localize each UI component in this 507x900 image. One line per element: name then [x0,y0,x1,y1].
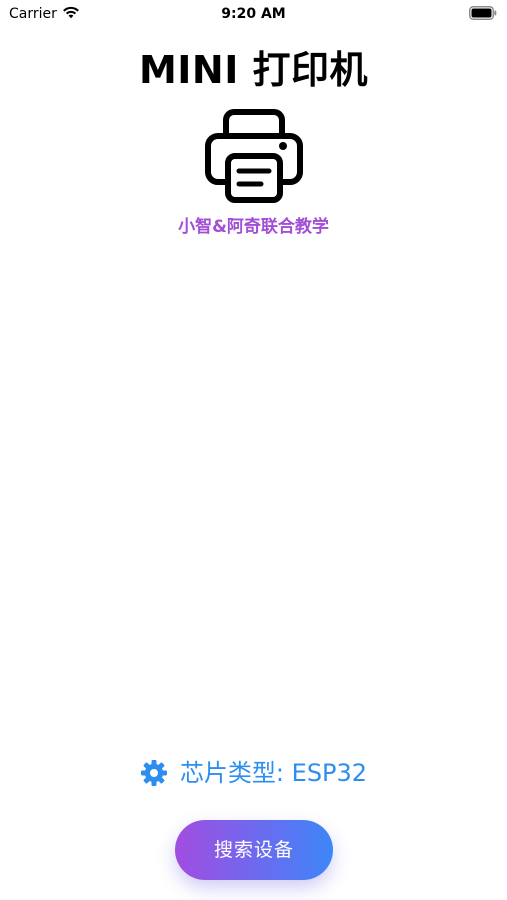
printer-icon [205,109,303,203]
status-bar: Carrier 9:20 AM [0,0,507,28]
chip-type-row: 芯片类型: ESP32 [0,756,507,790]
app-title: MINI 打印机 [138,48,369,92]
gear-icon [140,760,167,786]
search-devices-button[interactable]: 搜索设备 [175,820,333,880]
subtitle: 小智&阿奇联合教学 [178,217,329,237]
status-time: 9:20 AM [221,6,286,22]
chip-type-label: 芯片类型: ESP32 [179,759,368,787]
battery-icon [469,6,497,20]
search-devices-label: 搜索设备 [213,839,294,861]
